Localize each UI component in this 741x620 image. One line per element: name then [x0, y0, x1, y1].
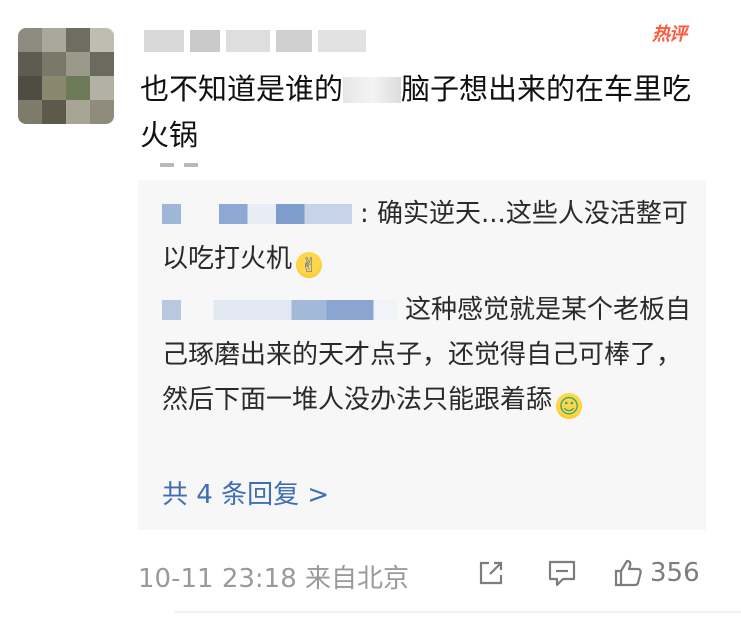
divider-mark: [184, 163, 198, 167]
reply-item[interactable]: : 确实逆天...这些人没活整可以吃打火机 ✌: [162, 192, 692, 282]
like-count: 356: [650, 558, 700, 588]
hot-comment-badge: 热评: [652, 24, 687, 45]
share-icon: [479, 561, 503, 585]
hands-up-emoji-icon: ✌: [296, 252, 323, 278]
like-button[interactable]: 356: [612, 555, 700, 591]
divider: [175, 611, 741, 613]
timestamp-location: 10-11 23:18 来自北京: [138, 564, 410, 594]
divider-mark: [160, 163, 174, 167]
reply-item[interactable]: 这种感觉就是某个老板自己琢磨出来的天才点子，还觉得自己可棒了，然后下面一堆人没办…: [162, 288, 692, 423]
avatar[interactable]: [18, 28, 114, 124]
reply-username-blurred: [162, 204, 352, 224]
share-button[interactable]: [476, 555, 506, 591]
comment-icon: [548, 560, 576, 587]
replies-panel: : 确实逆天...这些人没活整可以吃打火机 ✌ 这种感觉就是某个老板自己琢磨出来的…: [138, 180, 706, 530]
comment-text: 也不知道是谁的 脑子想出来的在车里吃火锅: [140, 66, 710, 158]
comment-button[interactable]: [546, 555, 578, 591]
thumbs-up-icon: [614, 559, 642, 587]
reply-username-blurred: [162, 300, 397, 320]
username-blurred[interactable]: [144, 26, 404, 56]
licking-emoji-icon: ☺: [556, 393, 583, 419]
blurred-text: [343, 77, 402, 103]
comment-text-part-1: 也不知道是谁的: [140, 72, 344, 106]
view-all-replies-link[interactable]: 共 4 条回复 >: [162, 474, 329, 511]
